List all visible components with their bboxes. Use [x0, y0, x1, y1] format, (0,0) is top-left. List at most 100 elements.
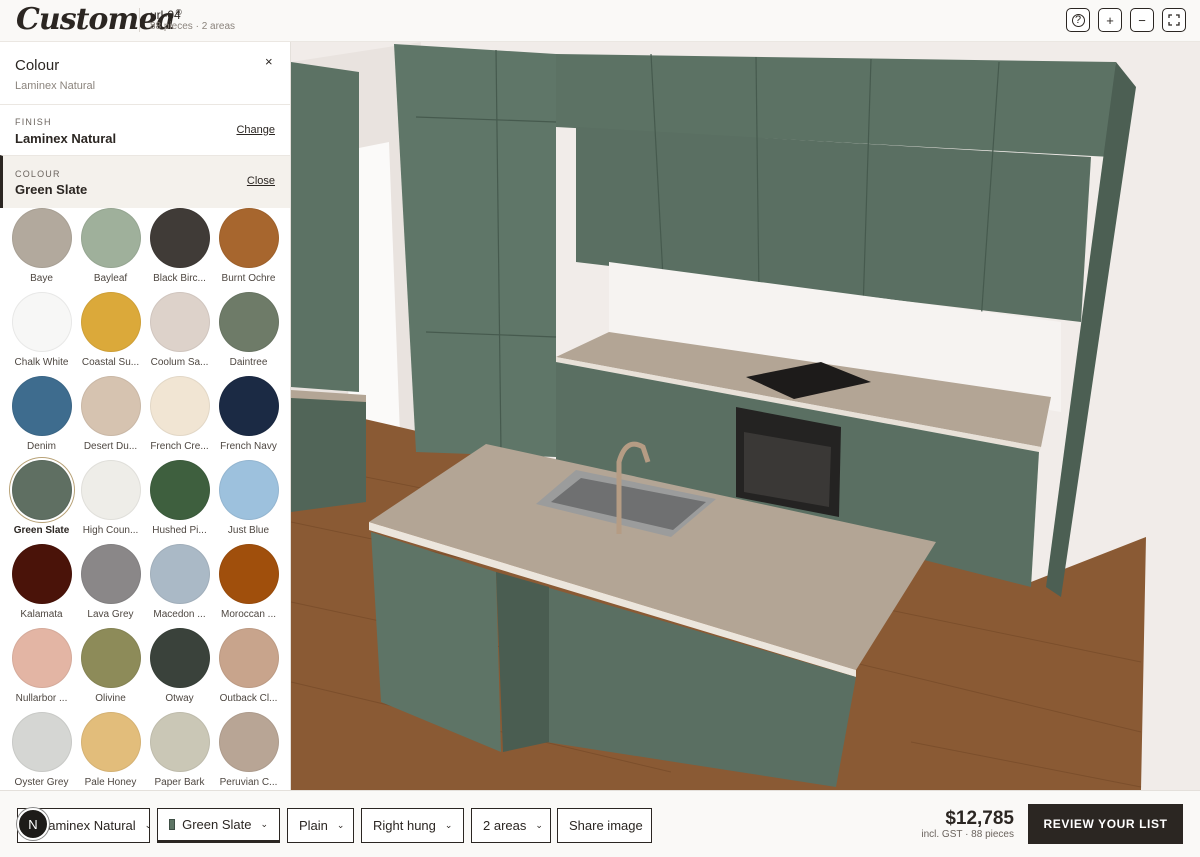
areas-dropdown[interactable]: 2 areas ⌄	[471, 808, 551, 843]
areas-dropdown-label: 2 areas	[483, 818, 527, 833]
user-avatar[interactable]: N	[17, 808, 49, 840]
colour-swatch[interactable]: French Navy	[214, 376, 283, 460]
swatch-name: Green Slate	[13, 525, 70, 536]
colour-swatch[interactable]: Otway	[145, 628, 214, 712]
fullscreen-button[interactable]	[1162, 8, 1186, 32]
colour-swatch[interactable]: Olivine	[76, 628, 145, 712]
colour-swatch[interactable]: Burnt Ochre	[214, 208, 283, 292]
colour-swatch[interactable]: Coastal Su...	[76, 292, 145, 376]
colour-swatch[interactable]: Bayleaf	[76, 208, 145, 292]
colour-section: COLOUR Green Slate Close	[0, 155, 290, 208]
swatch-name: Hushed Pi...	[152, 525, 207, 536]
swatch-name: Otway	[165, 693, 194, 704]
colour-swatch[interactable]: Peruvian C...	[214, 712, 283, 790]
kitchen-3d-viewport[interactable]	[291, 42, 1200, 790]
swatch-color-circle	[80, 376, 141, 436]
colour-swatch[interactable]: Black Birc...	[145, 208, 214, 292]
colour-swatch[interactable]: Just Blue	[214, 460, 283, 544]
review-list-button[interactable]: REVIEW YOUR LIST	[1028, 804, 1183, 844]
style-dropdown[interactable]: Plain ⌄	[287, 808, 354, 843]
zoom-in-icon: +	[1106, 12, 1114, 28]
swatch-name: Oyster Grey	[14, 777, 69, 788]
swatch-color-circle	[11, 544, 72, 604]
colour-swatch[interactable]: French Cre...	[145, 376, 214, 460]
swatch-color-circle	[11, 376, 72, 436]
share-image-label: Share image	[569, 818, 643, 833]
colour-swatch[interactable]: Green Slate	[7, 460, 76, 544]
swatch-color-circle	[218, 208, 279, 268]
total-price: $12,785	[945, 808, 1014, 829]
island-panel	[496, 572, 549, 752]
swatch-name: Denim	[27, 441, 56, 452]
colour-swatch[interactable]: Paper Bark	[145, 712, 214, 790]
swatch-color-circle	[149, 460, 210, 520]
swatch-name: French Cre...	[150, 441, 209, 452]
colour-swatch[interactable]: Coolum Sa...	[145, 292, 214, 376]
swatch-name: Desert Du...	[83, 441, 138, 452]
swatch-color-circle	[218, 376, 279, 436]
chevron-down-icon: ⌄	[336, 820, 345, 830]
left-cabinet-bench	[291, 392, 366, 512]
colour-swatch[interactable]: Chalk White	[7, 292, 76, 376]
swatch-name: Kalamata	[20, 609, 63, 620]
swatch-name: Bayleaf	[93, 273, 128, 284]
swatch-color-circle	[80, 628, 141, 688]
chevron-down-icon: ⌄	[260, 819, 268, 829]
colour-swatch[interactable]: Baye	[7, 208, 76, 292]
finish-change-link[interactable]: Change	[236, 124, 275, 136]
header-controls: ? + −	[1066, 8, 1186, 32]
swatch-color-circle	[218, 712, 279, 772]
swatch-color-circle	[149, 292, 210, 352]
swatch-color-circle	[80, 292, 141, 352]
help-button[interactable]: ?	[1066, 8, 1090, 32]
colour-swatch[interactable]: Pale Honey	[76, 712, 145, 790]
left-tall-cabinet	[291, 62, 359, 392]
swatch-name: Black Birc...	[153, 273, 206, 284]
colour-swatch[interactable]: Moroccan ...	[214, 544, 283, 628]
colour-close-link[interactable]: Close	[247, 175, 275, 187]
tall-pantry	[394, 44, 556, 457]
colour-swatch[interactable]: Denim	[7, 376, 76, 460]
hinge-dropdown[interactable]: Right hung ⌄	[361, 808, 464, 843]
swatch-name: Macedon ...	[153, 609, 206, 620]
swatch-name: Chalk White	[14, 357, 69, 368]
swatch-color-circle	[149, 628, 210, 688]
zoom-in-button[interactable]: +	[1098, 8, 1122, 32]
swatch-color-circle	[80, 208, 141, 268]
colour-swatch[interactable]: Hushed Pi...	[145, 460, 214, 544]
chevron-down-icon: ⌄	[145, 820, 149, 831]
swatch-name: Nullarbor ...	[15, 693, 68, 704]
swatch-color-circle	[218, 628, 279, 688]
swatch-color-circle	[218, 544, 279, 604]
swatch-color-circle	[11, 628, 72, 688]
bottom-toolbar: Laminex Natural ⌄ Green Slate ⌄ Plain ⌄ …	[0, 790, 1200, 857]
top-header: Customea® url-04 88 pieces · 2 areas ? +…	[0, 0, 1200, 42]
swatch-color-circle	[149, 544, 210, 604]
colour-swatch[interactable]: Lava Grey	[76, 544, 145, 628]
colour-swatch[interactable]: Outback Cl...	[214, 628, 283, 712]
swatch-color-circle	[80, 712, 141, 772]
swatch-name: Just Blue	[227, 525, 270, 536]
colour-swatch[interactable]: Oyster Grey	[7, 712, 76, 790]
share-image-button[interactable]: Share image	[557, 808, 652, 843]
colour-swatch[interactable]: Desert Du...	[76, 376, 145, 460]
swatch-name: Olivine	[95, 693, 126, 704]
swatch-color-circle	[149, 376, 210, 436]
swatch-name: Daintree	[229, 357, 268, 368]
colour-swatch[interactable]: Nullarbor ...	[7, 628, 76, 712]
kitchen-render[interactable]	[291, 42, 1200, 790]
panel-close-icon[interactable]: ×	[265, 54, 273, 69]
colour-dropdown[interactable]: Green Slate ⌄	[157, 808, 280, 843]
colour-swatch[interactable]: Macedon ...	[145, 544, 214, 628]
swatch-color-circle	[80, 460, 141, 520]
panel-subtitle: Laminex Natural	[15, 80, 96, 92]
colour-swatch[interactable]: High Coun...	[76, 460, 145, 544]
swatch-color-circle	[80, 544, 141, 604]
swatch-color-circle	[218, 292, 279, 352]
swatch-color-circle	[11, 712, 72, 772]
colour-label: COLOUR	[15, 169, 61, 179]
colour-swatch[interactable]: Daintree	[214, 292, 283, 376]
swatch-name: French Navy	[220, 441, 277, 452]
zoom-out-button[interactable]: −	[1130, 8, 1154, 32]
colour-swatch[interactable]: Kalamata	[7, 544, 76, 628]
